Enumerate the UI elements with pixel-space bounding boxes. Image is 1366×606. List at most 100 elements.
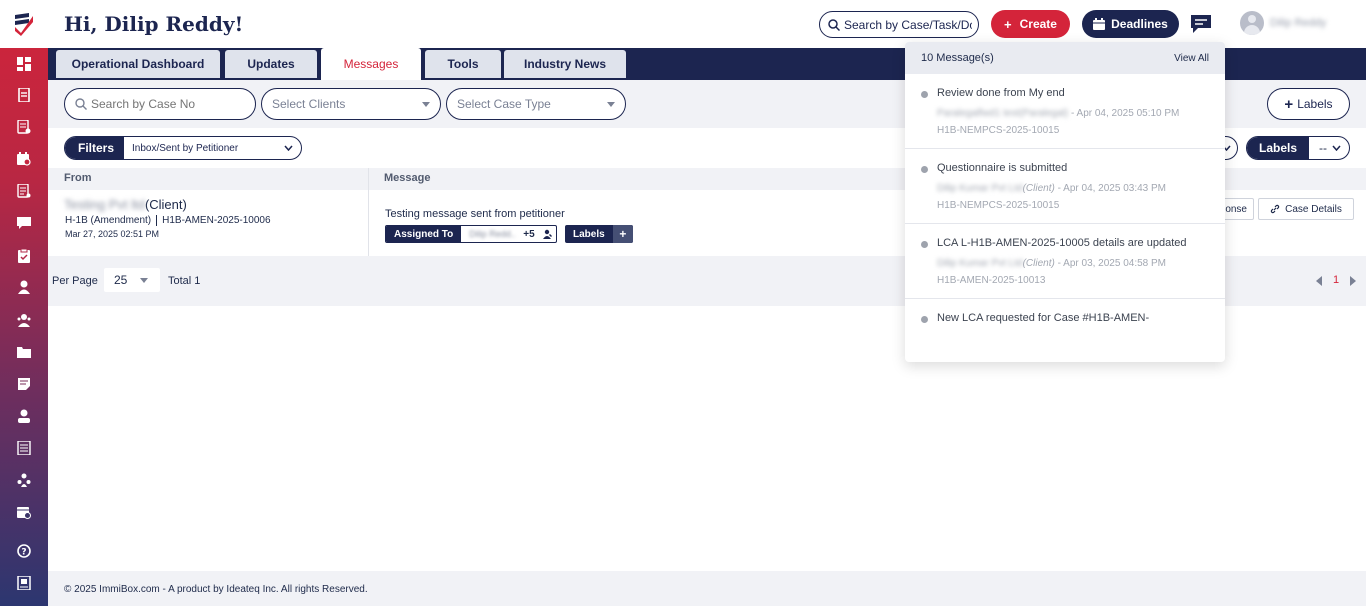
chevron-down-icon: [140, 278, 148, 283]
svg-text:?: ?: [21, 548, 26, 558]
team-icon[interactable]: [16, 472, 32, 488]
column-message: Message: [384, 172, 431, 184]
form-icon[interactable]: [16, 119, 32, 135]
chevron-down-icon: [607, 102, 615, 107]
notification-case: H1B-NEMPCS-2025-10015: [937, 125, 1060, 136]
labels-filter[interactable]: Labels --: [1246, 136, 1350, 160]
person-badge-icon[interactable]: [16, 408, 32, 424]
notification-item[interactable]: LCA L-H1B-AMEN-2025-10005 details are up…: [905, 224, 1225, 299]
assignee-names: Dilip Redd..: [469, 229, 516, 239]
message-text[interactable]: Testing message sent from petitioner: [385, 208, 565, 220]
tab-industry-news[interactable]: Industry News: [504, 50, 626, 78]
assignee-more-count: +5: [523, 228, 535, 240]
previous-page-icon[interactable]: [1316, 276, 1322, 286]
tab-operational-dashboard[interactable]: Operational Dashboard: [56, 50, 220, 78]
book-icon[interactable]: [16, 575, 32, 591]
notification-sender: Dilip Kumar Pvt Ltd: [937, 258, 1023, 269]
case-type: H-1B (Amendment): [65, 215, 152, 227]
client-name: Testing Pvt ltd: [64, 197, 145, 212]
notification-item[interactable]: Review done from My end Paralegalfwd1 te…: [905, 74, 1225, 149]
notification-time: - Apr 04, 2025 05:10 PM: [1068, 108, 1180, 119]
calendar-icon: [1093, 18, 1106, 30]
case-number[interactable]: H1B-AMEN-2025-10006: [162, 215, 270, 226]
document-icon[interactable]: [16, 87, 32, 103]
add-label-button[interactable]: +: [612, 225, 633, 243]
user-icon[interactable]: [16, 279, 32, 295]
current-page[interactable]: 1: [1333, 274, 1339, 286]
user-name: Dilip Reddy: [1270, 17, 1327, 29]
case-details-label: Case Details: [1285, 203, 1342, 215]
tab-messages[interactable]: Messages: [321, 48, 421, 80]
assigned-to[interactable]: Assigned To Dilip Redd.. +5: [385, 225, 557, 243]
clipboard-check-icon[interactable]: [16, 248, 32, 264]
messages-dropdown: 10 Message(s) View All Review done from …: [905, 42, 1225, 362]
copyright-text: © 2025 ImmiBox.com - A product by Ideate…: [64, 584, 368, 595]
folder-icon[interactable]: [16, 344, 32, 360]
plus-icon: +: [1284, 95, 1294, 113]
link-icon: [1270, 204, 1280, 214]
chevron-down-icon: [1332, 145, 1341, 151]
total-count: Total 1: [168, 275, 201, 287]
users-icon[interactable]: [16, 312, 32, 328]
search-icon: [75, 98, 87, 110]
dashboard-icon[interactable]: [16, 56, 32, 72]
view-all-link[interactable]: View All: [1174, 53, 1209, 64]
notification-case: H1B-NEMPCS-2025-10015: [937, 200, 1060, 211]
filters-value: Inbox/Sent by Petitioner: [132, 142, 239, 154]
row-labels[interactable]: Labels +: [565, 225, 633, 243]
unread-dot-icon: [921, 316, 928, 323]
unread-dot-icon: [921, 166, 928, 173]
sidebar: ?: [0, 0, 48, 606]
ledger-icon[interactable]: [16, 440, 32, 456]
per-page-value: 25: [114, 273, 128, 287]
clients-select[interactable]: Select Clients: [261, 88, 441, 120]
notification-meta: Dilip Kumar Pvt Ltd(Client) - Apr 04, 20…: [937, 182, 1209, 196]
note-icon[interactable]: [16, 376, 32, 392]
row-labels-label: Labels: [573, 228, 605, 240]
messages-icon[interactable]: [1190, 13, 1212, 35]
notification-item[interactable]: New LCA requested for Case #H1B-AMEN-: [905, 299, 1225, 337]
client-role: (Client): [144, 197, 187, 212]
top-header: Hi, Dilip Reddy! + Create Deadlines Dili…: [48, 0, 1366, 48]
next-page-icon[interactable]: [1350, 276, 1356, 286]
tab-tools[interactable]: Tools: [425, 50, 501, 78]
avatar: [1240, 11, 1264, 35]
notification-meta: Dilip Kumar Pvt Ltd(Client) - Apr 03, 20…: [937, 257, 1209, 271]
create-button[interactable]: + Create: [991, 10, 1070, 38]
chat-icon[interactable]: [16, 215, 32, 231]
labels-button[interactable]: + Labels: [1267, 88, 1350, 120]
unread-dot-icon: [921, 241, 928, 248]
calendar-case-icon[interactable]: [16, 151, 32, 167]
filters-select[interactable]: Filters Inbox/Sent by Petitioner: [64, 136, 302, 160]
notification-case: H1B-AMEN-2025-10013: [937, 275, 1046, 286]
case-search[interactable]: [64, 88, 256, 120]
notification-sender: Dilip Kumar Pvt Ltd: [937, 183, 1023, 194]
chevron-down-icon: [284, 145, 293, 151]
assign-user-icon[interactable]: [542, 229, 553, 239]
notification-sender: Paralegalfwd1 test(Paralegal): [937, 108, 1069, 119]
labels-button-label: Labels: [1297, 97, 1333, 111]
case-type-select[interactable]: Select Case Type: [446, 88, 626, 120]
plus-icon: +: [1004, 16, 1012, 32]
case-search-input[interactable]: [91, 97, 241, 111]
deadlines-button-label: Deadlines: [1111, 17, 1168, 31]
user-menu[interactable]: Dilip Reddy: [1240, 11, 1340, 35]
help-icon[interactable]: ?: [16, 543, 32, 559]
global-search-input[interactable]: [844, 17, 972, 32]
case-type-select-placeholder: Select Case Type: [457, 97, 551, 111]
immibox-logo[interactable]: [0, 0, 48, 48]
notification-item[interactable]: Questionnaire is submitted Dilip Kumar P…: [905, 149, 1225, 224]
notification-title: LCA L-H1B-AMEN-2025-10005 details are up…: [937, 237, 1187, 249]
notification-meta: Paralegalfwd1 test(Paralegal) - Apr 04, …: [937, 107, 1209, 121]
report-icon[interactable]: [16, 183, 32, 199]
labels-filter-label: Labels: [1247, 137, 1310, 159]
tab-updates[interactable]: Updates: [225, 50, 317, 78]
from-name: Testing Pvt ltd(Client): [64, 197, 187, 212]
case-details-button[interactable]: Case Details: [1258, 198, 1354, 220]
per-page-select[interactable]: 25: [104, 268, 160, 292]
global-search[interactable]: [819, 11, 979, 38]
deadlines-button[interactable]: Deadlines: [1082, 10, 1179, 38]
filters-label: Filters: [65, 137, 125, 159]
schedule-icon[interactable]: [16, 504, 32, 520]
messages-count: 10 Message(s): [921, 52, 994, 64]
